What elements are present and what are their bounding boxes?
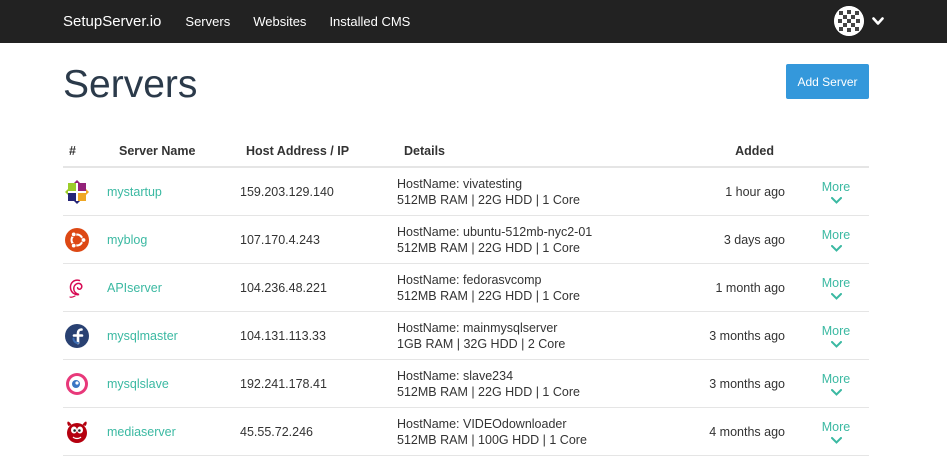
opensuse-icon	[66, 372, 88, 395]
server-details: HostName: VIDEOdownloader 512MB RAM | 10…	[397, 407, 643, 456]
chevron-down-icon[interactable]	[830, 292, 842, 300]
table-row: mysqlmaster 104.131.113.33 HostName: mai…	[63, 311, 869, 360]
column-header-host[interactable]: Host Address / IP	[236, 135, 397, 168]
server-ip: 159.203.129.140	[236, 167, 397, 216]
fedora-icon	[65, 323, 89, 348]
server-ip: 107.170.4.243	[236, 215, 397, 264]
chevron-down-icon[interactable]	[872, 16, 884, 26]
more-toggle[interactable]: More	[821, 228, 851, 252]
server-ip: 104.131.113.33	[236, 311, 397, 360]
add-server-button[interactable]: Add Server	[786, 64, 869, 99]
more-link[interactable]: More	[822, 228, 850, 242]
server-name-link[interactable]: mysqlmaster	[107, 329, 178, 343]
server-name-link[interactable]: mediaserver	[107, 425, 176, 439]
chevron-down-icon[interactable]	[830, 340, 842, 348]
table-row: mysqlslave 192.241.178.41 HostName: slav…	[63, 359, 869, 408]
details-hostname: HostName: slave234	[397, 368, 514, 383]
nav-item-websites[interactable]: Websites	[253, 14, 306, 29]
column-header-num: #	[63, 135, 107, 168]
server-details: HostName: vivatesting 512MB RAM | 22G HD…	[397, 167, 643, 216]
details-specs: 512MB RAM | 22G HDD | 1 Core	[397, 240, 580, 255]
more-toggle[interactable]: More	[821, 372, 851, 396]
details-hostname: HostName: VIDEOdownloader	[397, 416, 567, 431]
server-name-link[interactable]: mysqlslave	[107, 377, 169, 391]
more-toggle[interactable]: More	[821, 324, 851, 348]
details-specs: 1GB RAM | 32G HDD | 2 Core	[397, 336, 566, 351]
debian-icon	[69, 278, 83, 298]
chevron-down-icon[interactable]	[830, 388, 842, 396]
nav-item-installed-cms[interactable]: Installed CMS	[329, 14, 410, 29]
server-added: 3 days ago	[643, 215, 785, 264]
more-link[interactable]: More	[822, 180, 850, 194]
server-details: HostName: ubuntu-512mb-nyc2-01 512MB RAM…	[397, 215, 643, 264]
server-name-link[interactable]: myblog	[107, 233, 147, 247]
server-details: HostName: mainmysqlserver 1GB RAM | 32G …	[397, 311, 643, 360]
server-ip: 45.55.72.246	[236, 407, 397, 456]
details-hostname: HostName: fedorasvcomp	[397, 272, 542, 287]
chevron-down-icon[interactable]	[830, 244, 842, 252]
column-header-details: Details	[397, 135, 643, 168]
server-added: 1 month ago	[643, 263, 785, 312]
server-added: 4 months ago	[643, 407, 785, 456]
server-name-link[interactable]: APIserver	[107, 281, 162, 295]
table-header-row: # Server Name Host Address / IP Details …	[63, 135, 869, 168]
avatar[interactable]	[834, 6, 864, 36]
server-added: 3 months ago	[643, 311, 785, 360]
details-hostname: HostName: ubuntu-512mb-nyc2-01	[397, 224, 593, 239]
column-header-name[interactable]: Server Name	[107, 135, 236, 168]
user-menu[interactable]	[834, 6, 884, 36]
top-navbar: SetupServer.io Servers Websites Installe…	[0, 0, 947, 43]
more-link[interactable]: More	[822, 372, 850, 386]
server-ip: 192.241.178.41	[236, 359, 397, 408]
details-specs: 512MB RAM | 22G HDD | 1 Core	[397, 288, 580, 303]
table-row: mediaserver 45.55.72.246 HostName: VIDEO…	[63, 407, 869, 456]
server-name-link[interactable]: mystartup	[107, 185, 162, 199]
nav-item-servers[interactable]: Servers	[185, 14, 230, 29]
table-row: APIserver 104.236.48.221 HostName: fedor…	[63, 263, 869, 312]
page-title: Servers	[63, 63, 198, 106]
column-header-added[interactable]: Added	[643, 135, 785, 168]
more-link[interactable]: More	[822, 420, 850, 434]
more-link[interactable]: More	[822, 324, 850, 338]
server-details: HostName: slave234 512MB RAM | 22G HDD |…	[397, 359, 643, 408]
details-hostname: HostName: mainmysqlserver	[397, 320, 558, 335]
details-specs: 512MB RAM | 22G HDD | 1 Core	[397, 192, 580, 207]
more-toggle[interactable]: More	[821, 276, 851, 300]
page-header: Servers Add Server	[0, 43, 947, 135]
centos-icon	[65, 179, 89, 204]
details-specs: 512MB RAM | 100G HDD | 1 Core	[397, 432, 587, 447]
ubuntu-icon	[65, 227, 89, 252]
table-row: mystartup 159.203.129.140 HostName: viva…	[63, 167, 869, 216]
more-toggle[interactable]: More	[821, 420, 851, 444]
chevron-down-icon[interactable]	[830, 196, 842, 204]
servers-table: # Server Name Host Address / IP Details …	[63, 135, 869, 456]
more-link[interactable]: More	[822, 276, 850, 290]
brand-logo[interactable]: SetupServer.io	[63, 13, 161, 30]
server-added: 3 months ago	[643, 359, 785, 408]
table-row: myblog 107.170.4.243 HostName: ubuntu-51…	[63, 215, 869, 264]
freebsd-icon	[67, 421, 87, 443]
server-ip: 104.236.48.221	[236, 263, 397, 312]
details-hostname: HostName: vivatesting	[397, 176, 523, 191]
server-details: HostName: fedorasvcomp 512MB RAM | 22G H…	[397, 263, 643, 312]
chevron-down-icon[interactable]	[830, 436, 842, 444]
details-specs: 512MB RAM | 22G HDD | 1 Core	[397, 384, 580, 399]
column-header-actions	[785, 135, 869, 168]
server-added: 1 hour ago	[643, 167, 785, 216]
more-toggle[interactable]: More	[821, 180, 851, 204]
